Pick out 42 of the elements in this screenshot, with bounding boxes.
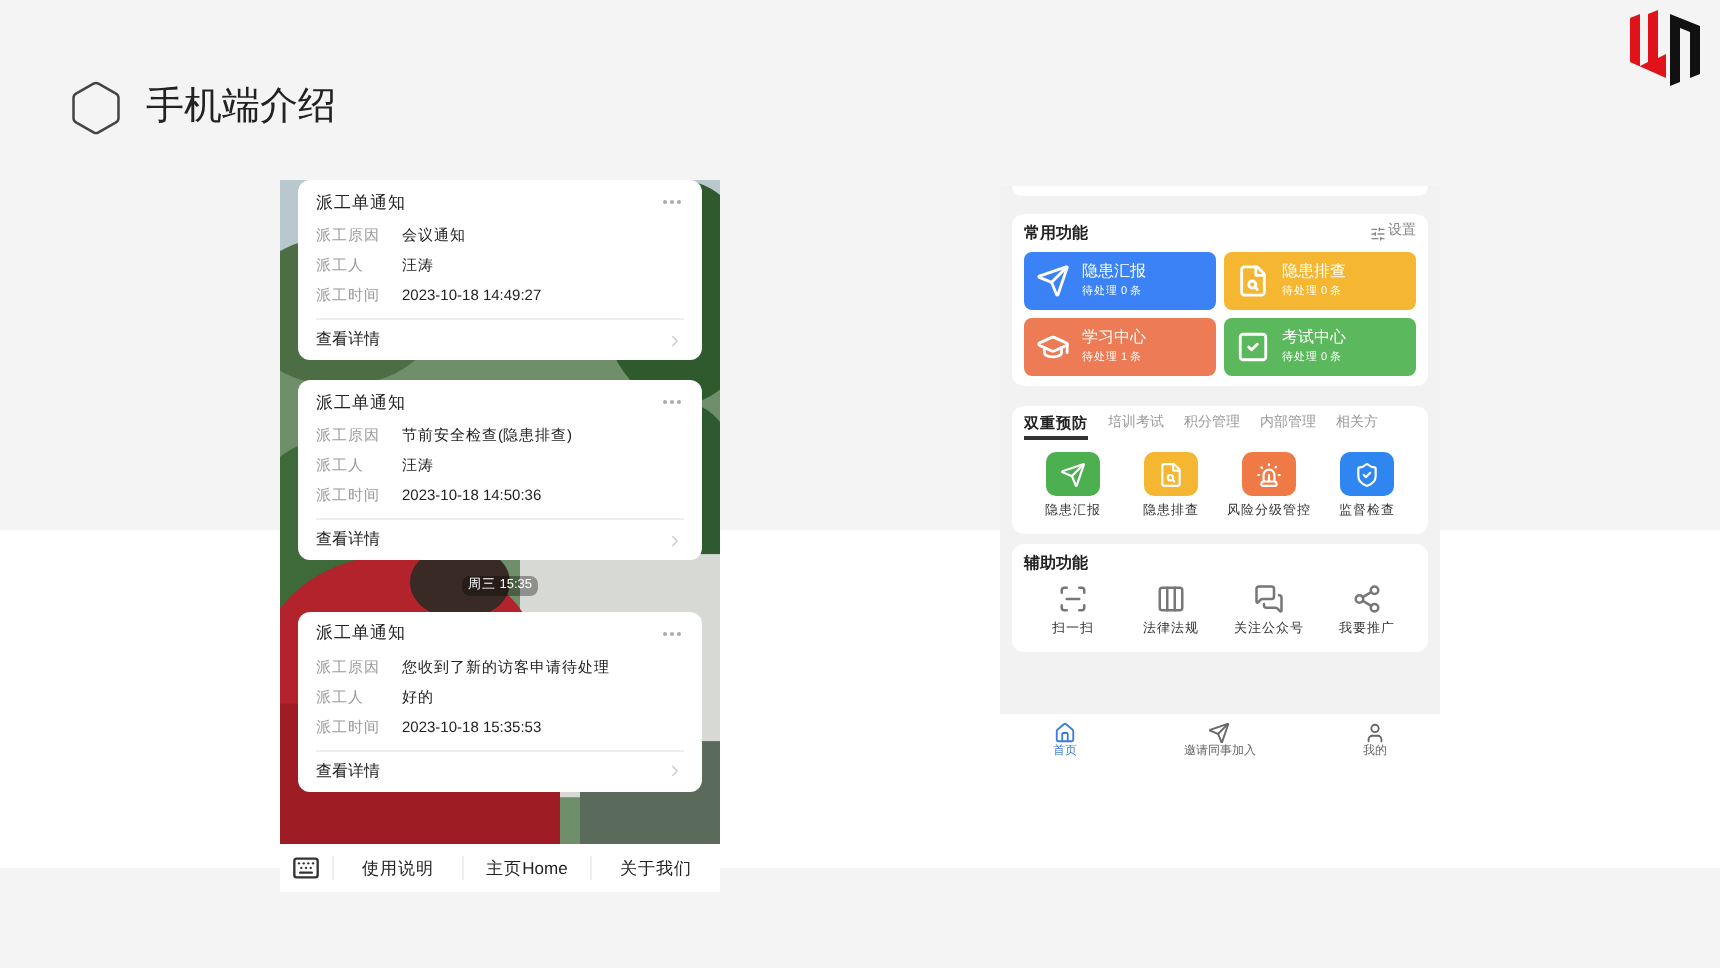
chevron-right-icon: [666, 531, 684, 549]
checkbox-icon: [1236, 330, 1270, 364]
tile-title: 隐患排查: [1282, 261, 1346, 281]
tile-title: 隐患汇报: [1082, 261, 1146, 281]
keyboard-icon[interactable]: [292, 854, 320, 882]
paper-plane-icon: [1036, 264, 1070, 298]
chevron-right-icon: [666, 762, 684, 781]
paper-plane-icon: [1208, 722, 1231, 744]
alarm-light-icon: [1256, 461, 1282, 487]
settings-icon[interactable]: [1370, 225, 1386, 241]
menu-item[interactable]: 主页Home: [461, 855, 591, 881]
menu-item[interactable]: 关于我们: [590, 855, 721, 881]
tile-title: 考试中心: [1282, 327, 1346, 347]
view-details-link[interactable]: 查看详情: [316, 759, 380, 784]
paper-plane-icon: [1060, 461, 1086, 487]
shield-icon: [1354, 461, 1380, 487]
user-icon: [1363, 722, 1386, 744]
bookshelf-icon: [1156, 583, 1186, 614]
section-title: 常用功能: [1024, 221, 1088, 245]
scan-icon: [1058, 583, 1088, 614]
view-details-link[interactable]: 查看详情: [316, 528, 380, 552]
chat-bubbles-icon: [1254, 583, 1284, 614]
card-title: 派工单通知: [316, 620, 406, 647]
feature-button[interactable]: [1340, 452, 1394, 496]
logo: [1624, 6, 1704, 86]
menu-item[interactable]: 使用说明: [332, 855, 462, 881]
view-details-link[interactable]: 查看详情: [316, 328, 380, 352]
card-title: 派工单通知: [316, 389, 406, 415]
chevron-right-icon: [666, 331, 684, 349]
feature-button[interactable]: [1242, 452, 1296, 496]
feature-button[interactable]: [1144, 452, 1198, 496]
feature-button[interactable]: [1046, 452, 1100, 496]
document-search-icon: [1158, 461, 1184, 487]
hexagon-icon: [66, 76, 126, 140]
tile-title: 学习中心: [1082, 327, 1146, 347]
graduation-cap-icon: [1036, 330, 1070, 364]
section-title: 辅助功能: [1024, 551, 1088, 576]
home-icon: [1054, 722, 1077, 744]
document-search-icon: [1236, 264, 1270, 298]
slide-title: 手机端介绍: [146, 83, 336, 132]
share-icon: [1352, 583, 1382, 614]
card-title: 派工单通知: [316, 189, 406, 215]
